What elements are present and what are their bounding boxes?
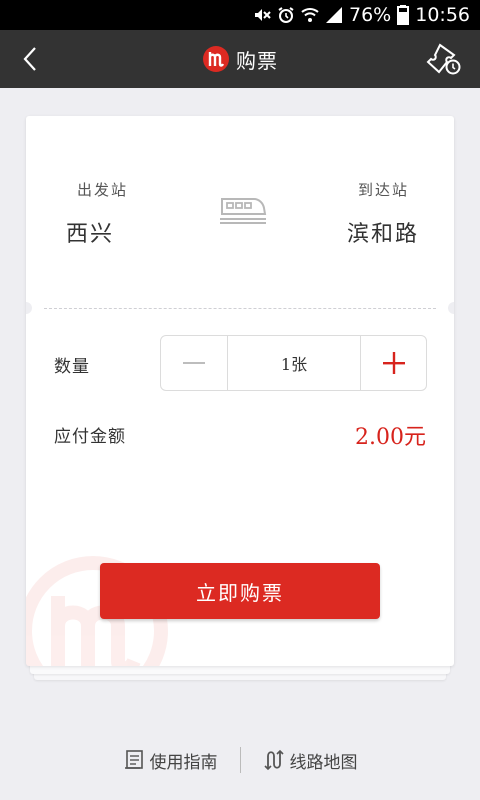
guide-link-label: 使用指南: [149, 752, 218, 773]
route-map-link-label: 线路地图: [289, 752, 358, 773]
card-notch: [26, 302, 32, 314]
quantity-value: 1张: [280, 355, 308, 374]
guide-link[interactable]: 使用指南: [101, 748, 240, 773]
signal-icon: [325, 6, 343, 24]
from-station-label: 出发站: [77, 181, 129, 199]
plus-icon: [382, 352, 405, 374]
page-title: 购票: [236, 48, 278, 73]
decrease-button[interactable]: [161, 336, 228, 390]
to-station-name[interactable]: 滨和路: [347, 216, 419, 248]
app-bar-title: 购票: [0, 30, 480, 88]
buy-now-button[interactable]: 立即购票: [100, 563, 380, 619]
alarm-icon: [277, 6, 295, 24]
guide-book-icon: [124, 750, 143, 769]
bottom-links: 使用指南 线路地图: [0, 740, 480, 780]
battery-percent: 76%: [349, 4, 392, 26]
route-map-icon: [263, 749, 284, 771]
ticket-clock-icon: [426, 43, 461, 75]
status-bar: 76% 10:56: [0, 0, 480, 30]
battery-icon: [397, 5, 410, 25]
quantity-label: 数量: [54, 357, 90, 377]
payment-amount: 2.00元: [355, 425, 426, 450]
card-notch: [448, 302, 454, 314]
ticket-history-button[interactable]: [422, 38, 466, 80]
clock-time: 10:56: [415, 4, 470, 26]
minus-icon: [183, 362, 205, 364]
train-icon: [220, 198, 267, 224]
route-map-link[interactable]: 线路地图: [241, 748, 380, 773]
app-bar: 购票: [0, 30, 480, 88]
card-divider: [44, 308, 436, 309]
ticket-card: 出发站 西兴 到达站 滨和路 数量 1张 应付金额 2.00元 立即购票: [26, 116, 454, 666]
quantity-stepper: 1张: [160, 335, 427, 391]
to-station-label: 到达站: [358, 181, 410, 199]
payment-label: 应付金额: [54, 427, 126, 447]
mute-icon: [253, 6, 271, 24]
increase-button[interactable]: [360, 336, 426, 390]
metro-logo-icon: [203, 46, 229, 72]
wifi-icon: [301, 6, 319, 24]
from-station-name[interactable]: 西兴: [66, 216, 114, 248]
